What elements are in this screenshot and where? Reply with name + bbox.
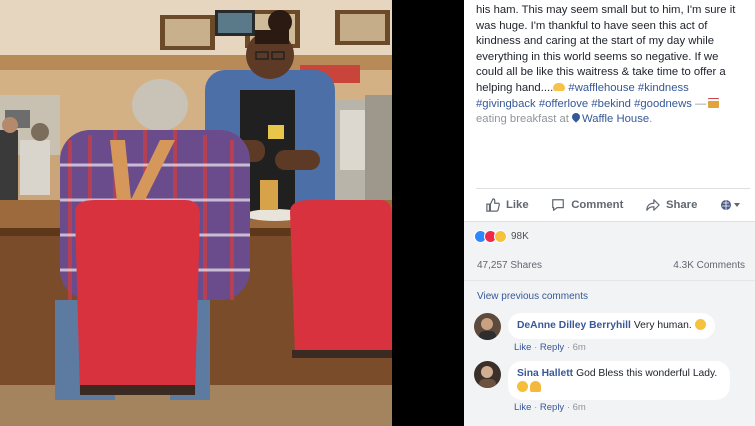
like-button[interactable]: Like [486, 197, 529, 212]
comment-label: Comment [571, 198, 624, 211]
breakfast-icon [708, 98, 720, 108]
comment-bubble: DeAnne Dilley Berryhill Very human. [508, 313, 715, 339]
comment-like-link[interactable]: Like [514, 402, 531, 413]
pray-emoji-icon [530, 380, 541, 392]
photo-image [0, 0, 392, 426]
share-button[interactable]: Share [646, 198, 697, 212]
avatar[interactable] [474, 361, 501, 388]
comment-author[interactable]: DeAnne Dilley Berryhill [517, 320, 631, 331]
comment-text: God Bless this wonderful Lady. [576, 368, 718, 379]
wow-reaction-icon [494, 230, 507, 243]
reactions-row[interactable]: 98K [464, 221, 755, 251]
comment-author[interactable]: Sina Hallett [517, 368, 573, 379]
post-dash: — [695, 97, 707, 110]
comment-button[interactable]: Comment [551, 198, 623, 212]
smile-emoji-icon [694, 319, 706, 330]
hashtag[interactable]: #goodnews [634, 98, 692, 110]
reaction-count[interactable]: 98K [511, 231, 529, 242]
view-previous-comments-link[interactable]: View previous comments [477, 291, 588, 302]
post-action-bar: Like Comment Share [476, 188, 750, 220]
hashtag[interactable]: #givingback [476, 98, 536, 110]
comment-time[interactable]: 6m [573, 342, 586, 353]
comment-meta: Like · Reply · 6m [514, 342, 586, 353]
kiss-emoji-icon [517, 380, 528, 392]
post-stats: 47,257 Shares 4.3K Comments [464, 251, 755, 281]
hashtag[interactable]: #bekind [591, 98, 631, 110]
post-photo[interactable] [0, 0, 392, 426]
hashtag[interactable]: #kindness [638, 82, 689, 94]
share-label: Share [665, 198, 698, 211]
comment-like-link[interactable]: Like [514, 342, 531, 353]
globe-dropdown-icon [720, 199, 740, 210]
post-panel: his ham. This may seem small but to him,… [464, 0, 755, 426]
comment-bubble-icon [552, 198, 565, 211]
comment-reply-link[interactable]: Reply [540, 402, 564, 413]
hashtag[interactable]: #wafflehouse [568, 82, 634, 94]
post-text: his ham. This may seem small but to him,… [476, 3, 748, 128]
audience-selector[interactable] [720, 199, 742, 211]
image-divider [392, 0, 464, 426]
thumbs-up-icon [486, 197, 500, 212]
shares-count[interactable]: 47,257 Shares [477, 260, 542, 271]
comment-reply-link[interactable]: Reply [540, 342, 564, 353]
location-pin-icon [572, 113, 580, 123]
avatar[interactable] [474, 313, 501, 340]
comment-text: Very human. [633, 320, 692, 331]
comment-time[interactable]: 6m [573, 402, 586, 413]
hand-emoji-icon [553, 82, 566, 91]
comment-bubble: Sina Hallett God Bless this wonderful Lad… [508, 361, 730, 400]
comment-meta: Like · Reply · 6m [514, 402, 586, 413]
location-period: . [649, 113, 653, 126]
share-arrow-icon [646, 198, 660, 211]
location-link[interactable]: Waffle House [582, 113, 649, 125]
activity-text: eating breakfast at [476, 113, 569, 126]
hashtag[interactable]: #offerlove [539, 98, 588, 110]
post-body: his ham. This may seem small but to him,… [476, 4, 736, 94]
comments-count[interactable]: 4.3K Comments [673, 260, 745, 271]
comments-section: View previous comments DeAnne Dilley Ber… [464, 281, 755, 426]
like-label: Like [506, 198, 529, 211]
